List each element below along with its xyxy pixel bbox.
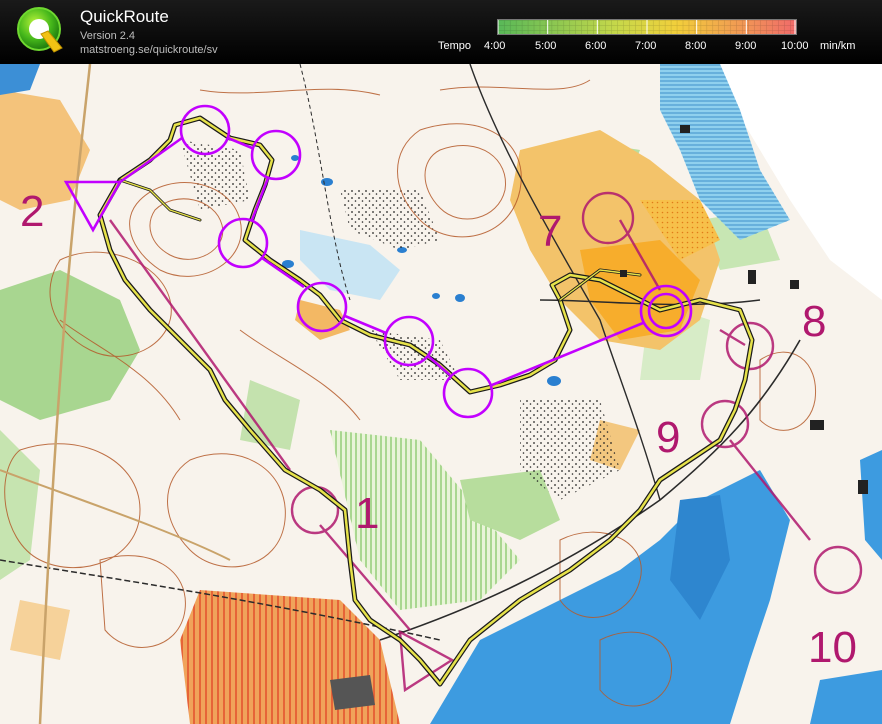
control-number-9: 9 bbox=[656, 413, 680, 462]
tempo-label: Tempo bbox=[438, 40, 472, 52]
tempo-tick: 8:00 bbox=[685, 40, 707, 52]
quickroute-logo-icon bbox=[17, 7, 63, 53]
tempo-tick: 5:00 bbox=[535, 40, 557, 52]
tempo-tick: 4:00 bbox=[484, 40, 506, 52]
tempo-tick: 6:00 bbox=[585, 40, 607, 52]
control-number-8: 8 bbox=[802, 297, 826, 346]
tempo-tick: 10:00 bbox=[781, 40, 809, 52]
app-version: Version 2.4 bbox=[80, 30, 136, 42]
control-number-2: 2 bbox=[20, 187, 44, 236]
control-number-1: 1 bbox=[355, 489, 379, 538]
app-title: QuickRoute bbox=[80, 7, 169, 26]
tempo-tick: 7:00 bbox=[635, 40, 657, 52]
control-number-10: 10 bbox=[808, 623, 857, 672]
orienteering-map[interactable]: 1 2 7 8 9 10 bbox=[0, 64, 882, 724]
control-number-7: 7 bbox=[538, 207, 562, 256]
app-header: QuickRoute Version 2.4 matstroeng.se/qui… bbox=[0, 0, 882, 63]
tempo-tick: 9:00 bbox=[735, 40, 757, 52]
tempo-unit: min/km bbox=[820, 40, 856, 52]
app-url[interactable]: matstroeng.se/quickroute/sv bbox=[80, 44, 218, 56]
building-block bbox=[330, 675, 375, 710]
tempo-color-scale bbox=[497, 19, 797, 35]
